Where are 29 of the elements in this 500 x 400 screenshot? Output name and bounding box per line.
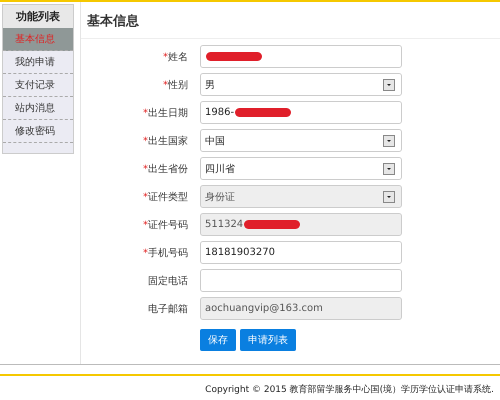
sidebar-item[interactable]: 站内消息: [3, 97, 73, 120]
select-field[interactable]: 男: [200, 73, 402, 96]
form-button[interactable]: 申请列表: [240, 329, 296, 351]
input-field[interactable]: [200, 45, 402, 68]
field-label: *性别: [162, 78, 189, 92]
input-field[interactable]: [200, 269, 402, 292]
sidebar-item[interactable]: 支付记录: [3, 74, 73, 97]
field-label: *手机号码: [142, 246, 189, 260]
select-field[interactable]: 四川省: [200, 157, 402, 180]
sidebar-item[interactable]: 我的申请: [3, 51, 73, 74]
sidebar-item[interactable]: 修改密码: [3, 120, 73, 143]
copyright-text: Copyright © 2015 教育部留学服务中心国(境）学历学位认证申请系统.: [204, 383, 495, 396]
input-field[interactable]: 1986-: [200, 101, 402, 124]
field-label: *证件类型: [142, 190, 189, 204]
input-field[interactable]: 18181903270: [200, 241, 402, 264]
field-label: *出生国家: [142, 134, 189, 148]
field-label: *出生省份: [142, 162, 189, 176]
redaction-mark: [235, 108, 292, 117]
form-button[interactable]: 保存: [200, 329, 236, 351]
select-field[interactable]: 中国: [200, 129, 402, 152]
field-label: *出生日期: [142, 106, 189, 120]
redaction-mark: [244, 220, 300, 229]
sidebar-title: 功能列表: [3, 5, 73, 28]
field-label: *姓名: [162, 50, 189, 64]
field-label: 电子邮箱: [147, 302, 189, 316]
page-title: 基本信息: [81, 2, 500, 39]
redaction-mark: [206, 52, 262, 61]
field-label: 固定电话: [147, 274, 189, 288]
field-label: *证件号码: [142, 218, 189, 232]
